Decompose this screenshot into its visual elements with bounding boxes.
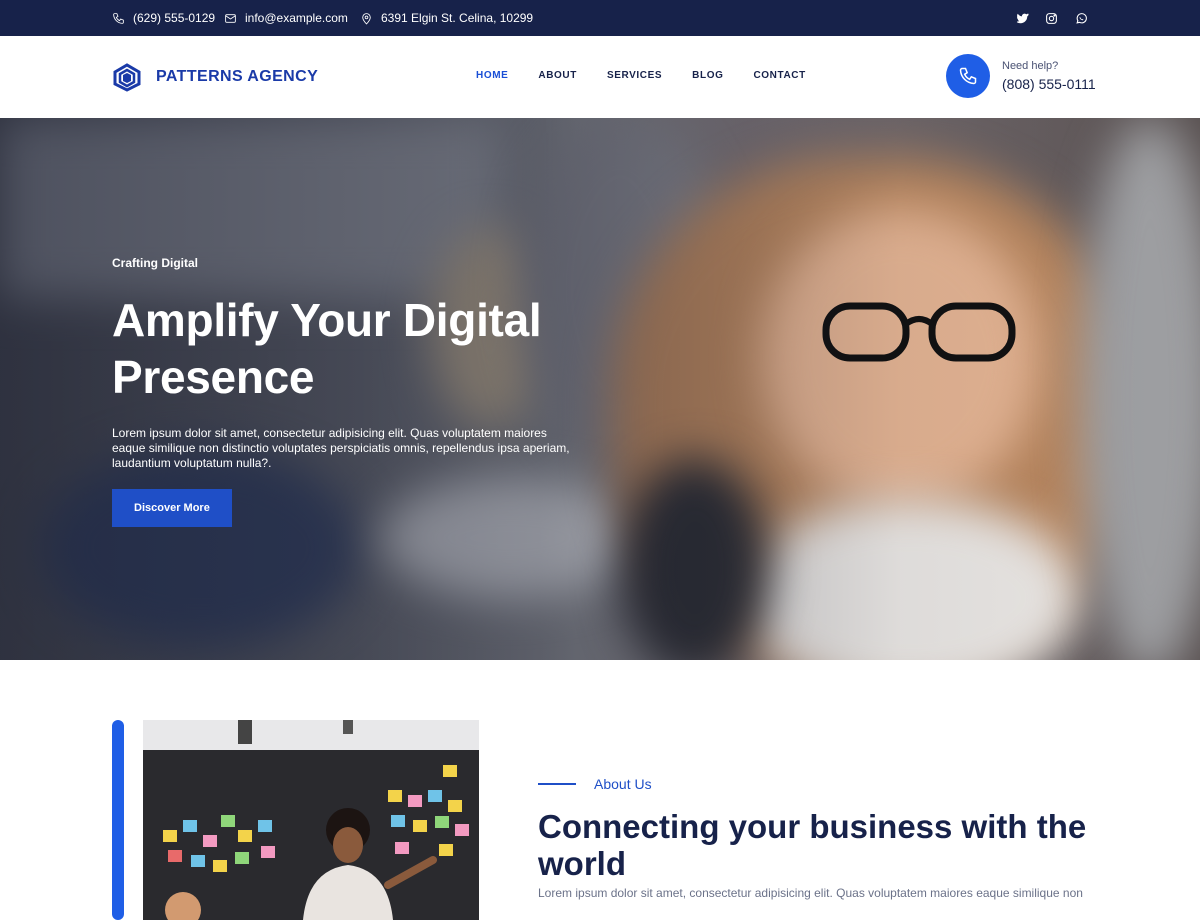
help-phone-button[interactable] (946, 54, 990, 98)
nav-item-contact[interactable]: CONTACT (753, 70, 805, 81)
site-header: PATTERNS AGENCY HOME ABOUT SERVICES BLOG… (0, 36, 1200, 118)
logo-mark-icon (113, 63, 141, 92)
hero-title-line-1: Amplify Your Digital (112, 294, 542, 346)
discover-more-button[interactable]: Discover More (112, 489, 232, 527)
about-label-text: About Us (594, 776, 652, 792)
nav-item-blog[interactable]: BLOG (692, 70, 723, 81)
twitter-link[interactable] (1016, 0, 1029, 36)
logo[interactable]: PATTERNS AGENCY (112, 62, 318, 92)
logo-text: PATTERNS AGENCY (156, 68, 319, 85)
help-contact[interactable]: Need help? (808) 555-0111 (946, 54, 1096, 98)
help-phone-number[interactable]: (808) 555-0111 (1002, 76, 1096, 92)
about-section: About Us Connecting your business with t… (0, 660, 1200, 920)
about-description: Lorem ipsum dolor sit amet, consectetur … (538, 886, 1083, 900)
topbar-phone[interactable]: (629) 555-0129 (112, 0, 215, 36)
about-text-block: About Us Connecting your business with t… (538, 776, 1098, 900)
hero-title-line-2: Presence (112, 351, 315, 403)
hero-description: Lorem ipsum dolor sit amet, consectetur … (112, 426, 570, 470)
topbar-address-text: 6391 Elgin St. Celina, 10299 (381, 11, 534, 25)
topbar-phone-text: (629) 555-0129 (133, 11, 216, 25)
nav-item-about[interactable]: ABOUT (538, 70, 577, 81)
topbar-email[interactable]: info@example.com (224, 0, 348, 36)
nav-item-home[interactable]: HOME (476, 70, 508, 81)
topbar-email-text: info@example.com (245, 11, 348, 25)
about-label: About Us (538, 776, 1098, 792)
hero-section: Crafting Digital Amplify Your Digital Pr… (0, 118, 1200, 660)
office-photo (143, 720, 479, 920)
twitter-icon (1016, 12, 1029, 23)
top-info-bar: (629) 555-0129 info@example.com 6391 Elg… (0, 0, 1200, 36)
instagram-link[interactable] (1045, 0, 1058, 36)
instagram-icon (1046, 12, 1057, 24)
whatsapp-link[interactable] (1075, 0, 1088, 36)
topbar-address: 6391 Elgin St. Celina, 10299 (360, 0, 533, 36)
phone-icon (959, 67, 977, 85)
help-label: Need help? (1002, 60, 1059, 72)
about-image (143, 720, 479, 920)
location-pin-icon (362, 12, 371, 25)
main-nav: HOME ABOUT SERVICES BLOG CONTACT (476, 70, 836, 81)
mail-icon (225, 13, 236, 23)
about-title: Connecting your business with the world (538, 808, 1087, 882)
about-accent-bar (112, 720, 124, 920)
whatsapp-icon (1076, 12, 1087, 24)
phone-icon (113, 12, 124, 24)
hero-kicker: Crafting Digital (112, 256, 198, 270)
nav-item-services[interactable]: SERVICES (607, 70, 662, 81)
hero-content: Crafting Digital Amplify Your Digital Pr… (112, 256, 592, 527)
hero-title: Amplify Your Digital Presence (112, 292, 592, 406)
about-label-line (538, 783, 576, 785)
